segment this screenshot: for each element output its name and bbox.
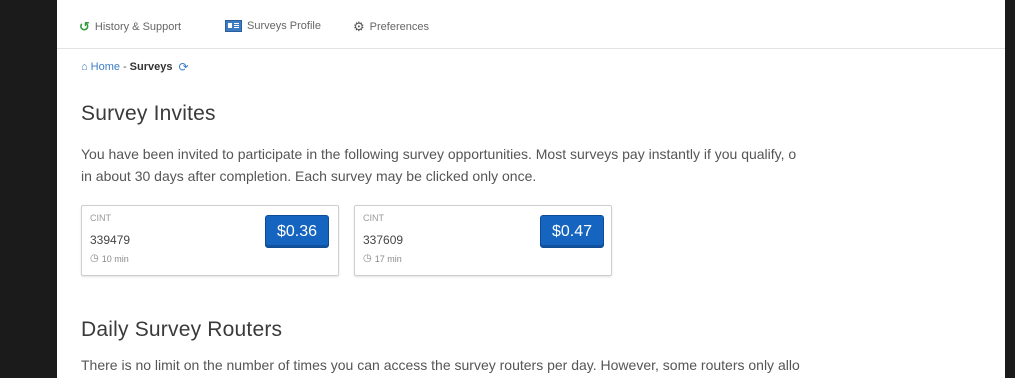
survey-price-button[interactable]: $0.47 [540, 215, 604, 248]
clock-icon: ◷ [363, 253, 372, 264]
breadcrumb-separator: - [123, 61, 127, 73]
nav-history-support[interactable]: ↺ History & Support [79, 20, 181, 33]
breadcrumb-home-link[interactable]: Home [91, 61, 120, 73]
nav-history-label: History & Support [94, 20, 182, 33]
routers-description: There is no limit on the number of times… [81, 357, 800, 373]
main-content: ↺ History & Support Surveys Profile ⚙ Pr… [57, 0, 1005, 378]
history-icon: ↺ [79, 19, 90, 34]
survey-invites-heading: Survey Invites [81, 102, 216, 125]
survey-card[interactable]: CINT 337609 ◷ 17 min $0.47 [354, 205, 612, 276]
survey-duration-value: 17 min [374, 253, 402, 264]
daily-routers-heading: Daily Survey Routers [81, 318, 283, 341]
survey-id: 337609 [363, 233, 404, 247]
nav-preferences-label: Preferences [369, 20, 429, 33]
survey-duration: ◷ 10 min [90, 253, 129, 264]
clock-icon: ◷ [90, 253, 99, 264]
survey-id: 339479 [90, 233, 131, 247]
nav-surveys-profile[interactable]: Surveys Profile [225, 20, 321, 32]
survey-duration-value: 10 min [101, 253, 129, 264]
invites-description-line1: You have been invited to participate in … [81, 146, 797, 162]
survey-provider: CINT [363, 213, 384, 223]
nav-preferences[interactable]: ⚙ Preferences [353, 20, 429, 33]
breadcrumb: ⌂ Home - Surveys ⟳ [81, 60, 189, 74]
invites-description-line2: in about 30 days after completion. Each … [81, 168, 537, 184]
right-dark-frame [1005, 0, 1015, 378]
profile-card-icon [225, 20, 242, 32]
left-dark-frame [0, 0, 57, 378]
refresh-icon[interactable]: ⟳ [178, 60, 188, 74]
survey-card[interactable]: CINT 339479 ◷ 10 min $0.36 [81, 205, 339, 276]
top-navigation: ↺ History & Support Surveys Profile ⚙ Pr… [57, 0, 1005, 49]
home-icon: ⌂ [81, 61, 88, 73]
gear-icon: ⚙ [353, 19, 365, 34]
nav-profile-label: Surveys Profile [247, 20, 321, 32]
survey-provider: CINT [90, 213, 111, 223]
survey-duration: ◷ 17 min [363, 253, 402, 264]
breadcrumb-current: Surveys [129, 61, 173, 73]
survey-price-button[interactable]: $0.36 [265, 215, 329, 248]
